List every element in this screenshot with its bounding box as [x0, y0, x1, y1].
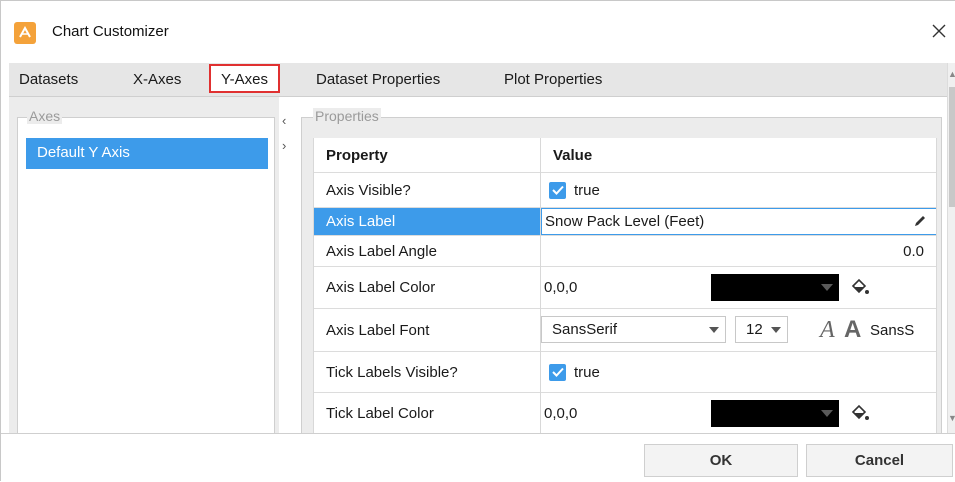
chevron-down-icon [821, 410, 833, 417]
axis-label-input[interactable]: Snow Pack Level (Feet) [541, 208, 936, 235]
property-name: Axis Label Font [326, 321, 430, 339]
title-bar: Chart Customizer [1, 1, 955, 63]
scroll-up-icon[interactable]: ▲ [948, 69, 955, 79]
column-header-value[interactable]: Value [541, 138, 936, 171]
pencil-icon[interactable] [913, 214, 927, 232]
cancel-button[interactable]: Cancel [806, 444, 953, 477]
font-family-select[interactable]: SansSerif [541, 316, 726, 343]
bold-toggle-icon[interactable]: A [844, 316, 861, 344]
color-value-text: 0,0,0 [544, 405, 578, 422]
window-title: Chart Customizer [52, 23, 169, 40]
tab-datasets[interactable]: Datasets [19, 71, 78, 88]
tab-x-axes[interactable]: X-Axes [133, 71, 181, 88]
property-name: Tick Labels Visible? [326, 363, 458, 381]
property-value[interactable]: true [541, 352, 936, 392]
property-name: Tick Label Color [326, 405, 434, 422]
paint-bucket-icon[interactable] [849, 403, 871, 427]
tab-bar: Datasets X-Axes Y-Axes Dataset Propertie… [9, 63, 947, 97]
property-value[interactable]: 0.0 [541, 236, 936, 266]
property-name: Axis Label Angle [326, 242, 437, 260]
checkbox-checked-icon[interactable] [549, 181, 566, 199]
property-value[interactable]: true [541, 173, 936, 207]
properties-group-label: Properties [313, 108, 381, 124]
dialog-button-bar: OK Cancel [1, 433, 955, 482]
table-row: Axis Label Angle 0.0 [314, 235, 936, 266]
paint-bucket-icon[interactable] [849, 277, 871, 301]
ok-button[interactable]: OK [644, 444, 798, 477]
property-value[interactable]: 0,0,0 [541, 267, 936, 308]
font-preview-text: SansS [870, 322, 915, 339]
column-header-property[interactable]: Property [314, 138, 540, 171]
color-value-text: 0,0,0 [544, 279, 578, 296]
font-family-value: SansSerif [552, 321, 618, 338]
tab-plot-properties[interactable]: Plot Properties [504, 71, 602, 88]
scroll-down-icon[interactable]: ▼ [948, 413, 955, 423]
property-value[interactable]: 0,0,0 [541, 393, 936, 433]
chevron-down-icon [709, 327, 719, 333]
scroll-thumb[interactable] [949, 87, 955, 207]
chart-customizer-app-icon [14, 22, 36, 44]
table-row: Tick Labels Visible? true [314, 351, 936, 392]
font-size-select[interactable]: 12 [735, 316, 788, 343]
property-name: Axis Label [314, 208, 540, 235]
property-value[interactable]: Snow Pack Level (Feet) [541, 208, 936, 235]
properties-table: Property Value Axis Visible? true Axis L… [313, 138, 937, 433]
table-row: Axis Label Snow Pack Level (Feet) [314, 207, 936, 235]
axes-group-label: Axes [27, 108, 63, 124]
column-divider [540, 138, 541, 433]
color-picker-dropdown[interactable] [711, 400, 839, 427]
tab-dataset-properties[interactable]: Dataset Properties [316, 71, 440, 88]
chart-customizer-dialog: Chart Customizer Datasets X-Axes Y-Axes … [0, 0, 955, 482]
table-row: Axis Visible? true [314, 172, 936, 207]
italic-toggle-icon[interactable]: A [820, 317, 835, 344]
expand-right-icon[interactable]: › [282, 138, 286, 153]
chevron-down-icon [771, 327, 781, 333]
checkbox-checked-icon[interactable] [549, 363, 566, 381]
vertical-scrollbar[interactable]: ▲ ▼ [947, 63, 955, 433]
property-name: Axis Label Color [326, 279, 436, 296]
close-icon[interactable] [927, 19, 951, 43]
font-size-value: 12 [746, 321, 763, 338]
color-picker-dropdown[interactable] [711, 274, 839, 301]
property-name: Axis Visible? [326, 181, 411, 199]
tab-y-axes[interactable]: Y-Axes [209, 64, 280, 93]
property-value[interactable]: SansSerif 12 A A SansS [541, 309, 936, 351]
checkbox-label: true [574, 363, 600, 381]
table-row: Axis Label Color 0,0,0 [314, 266, 936, 308]
collapse-left-icon[interactable]: ‹ [282, 113, 286, 128]
table-row: Axis Label Font SansSerif 12 A A SansS [314, 308, 936, 351]
table-row: Tick Label Color 0,0,0 [314, 392, 936, 433]
chevron-down-icon [821, 284, 833, 291]
axis-label-value: Snow Pack Level (Feet) [545, 213, 705, 230]
checkbox-label: true [574, 181, 600, 199]
axes-list-item[interactable]: Default Y Axis [26, 138, 268, 169]
